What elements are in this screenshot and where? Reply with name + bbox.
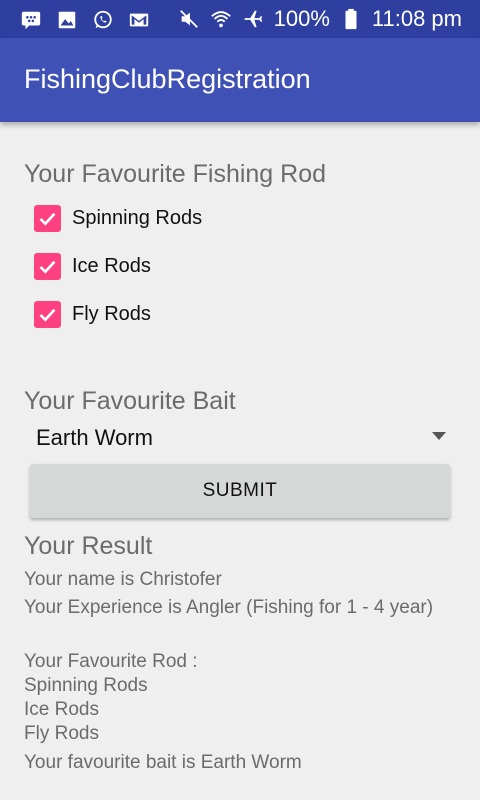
clock: 11:08 pm (371, 6, 462, 31)
whatsapp-icon (92, 9, 114, 31)
mute-icon (178, 8, 200, 30)
result-experience: Your Experience is Angler (Fishing for 1… (24, 597, 434, 618)
dropdown-arrow-icon[interactable] (432, 432, 446, 440)
notification-icons (20, 9, 150, 31)
battery-icon (340, 8, 362, 30)
gmail-icon (128, 9, 150, 31)
result-name: Your name is Christofer (24, 569, 222, 590)
checkbox-fly-rods[interactable]: Fly Rods (34, 299, 151, 329)
checkbox-label: Spinning Rods (72, 206, 203, 229)
app-bar: FishingClubRegistration (0, 38, 480, 122)
result-rod-heading: Your Favourite Rod : (24, 651, 198, 672)
result-rod-item: Spinning Rods (24, 675, 148, 696)
app-title: FishingClubRegistration (24, 64, 311, 94)
checkbox-ice-rods[interactable]: Ice Rods (34, 251, 151, 281)
result-bait: Your favourite bait is Earth Worm (24, 752, 302, 773)
image-icon (56, 9, 78, 31)
checkbox-label: Ice Rods (72, 254, 151, 277)
result-heading: Your Result (24, 532, 153, 560)
checkbox-checked-icon[interactable] (34, 300, 61, 328)
checkbox-label: Fly Rods (72, 302, 151, 325)
result-rod-item: Fly Rods (24, 723, 99, 744)
system-icons: 100% 11:08 pm (178, 6, 462, 32)
bait-section-heading: Your Favourite Bait (24, 387, 236, 415)
checkbox-checked-icon[interactable] (34, 204, 61, 232)
submit-button[interactable]: SUBMIT (30, 464, 450, 518)
bait-spinner-value: Earth Worm (36, 425, 153, 450)
status-bar: 100% 11:08 pm (0, 0, 480, 38)
checkbox-checked-icon[interactable] (34, 252, 61, 280)
bait-spinner[interactable]: Earth Worm (24, 420, 456, 456)
wifi-icon (210, 8, 232, 30)
battery-percent: 100% (273, 6, 330, 31)
bbm-icon (20, 9, 42, 31)
rod-section-heading: Your Favourite Fishing Rod (24, 160, 327, 188)
result-rod-item: Ice Rods (24, 699, 99, 720)
checkbox-spinning-rods[interactable]: Spinning Rods (34, 203, 202, 233)
airplane-icon (242, 8, 264, 30)
